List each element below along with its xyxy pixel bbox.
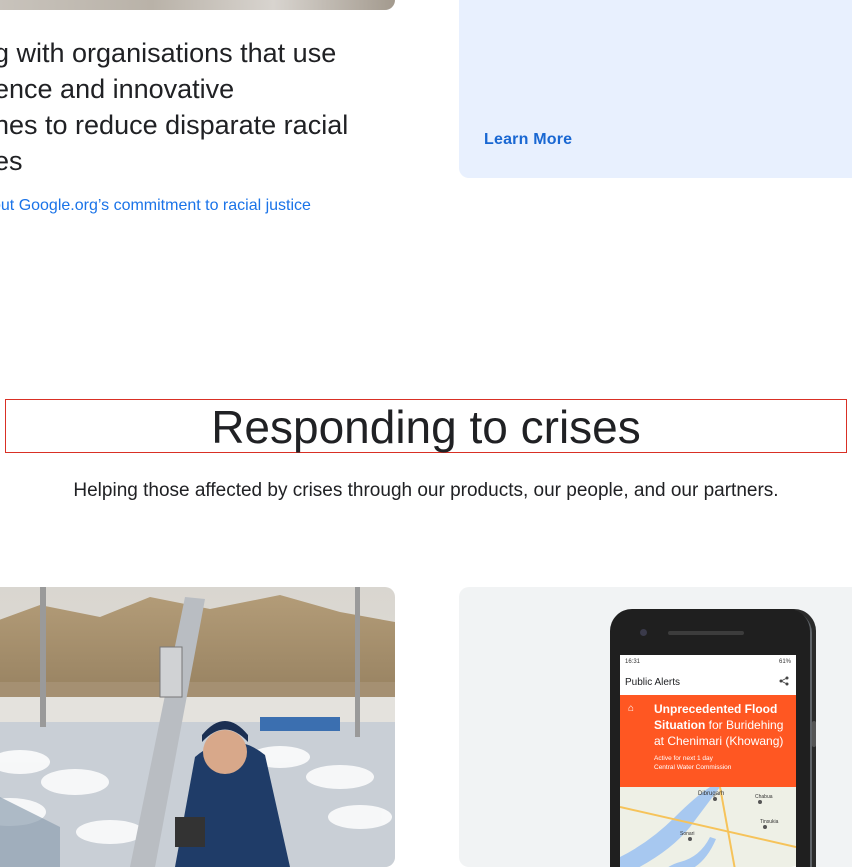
headline-line: es bbox=[0, 146, 23, 176]
alert-map: Dibrugarh Chabua Sonari Tinsukia bbox=[620, 786, 796, 867]
learn-more-link[interactable]: Learn More bbox=[484, 131, 572, 149]
alert-meta: Active for next 1 day Central Water Comm… bbox=[654, 755, 732, 771]
alert-title: Unprecedented Flood Situation for Buride… bbox=[654, 702, 784, 748]
promo-card bbox=[459, 0, 852, 178]
featured-image-bottom-edge bbox=[0, 0, 395, 10]
racial-justice-link[interactable]: out Google.org’s commitment to racial ju… bbox=[0, 197, 311, 215]
share-icon bbox=[779, 676, 789, 689]
crisis-photo-card[interactable] bbox=[0, 587, 395, 867]
speaker-grille bbox=[668, 631, 744, 635]
headline-line: hes to reduce disparate racial bbox=[0, 110, 349, 140]
app-title: Public Alerts bbox=[625, 676, 681, 688]
alert-home-icon: ⌂ bbox=[628, 703, 635, 714]
worker-photo-image bbox=[0, 587, 395, 867]
map-label: Tinsukia bbox=[760, 819, 779, 825]
camera-icon bbox=[640, 629, 647, 636]
public-alerts-card[interactable]: 16:31 61% Public Alerts ⌂ Unprecedented … bbox=[459, 587, 852, 867]
racial-justice-headline: g with organisations that use ence and i… bbox=[0, 35, 394, 179]
map-label: Chabua bbox=[755, 794, 773, 800]
side-button bbox=[812, 721, 816, 747]
section-subtitle: Helping those affected by crises through… bbox=[73, 480, 779, 501]
map-label: Sonari bbox=[680, 831, 694, 837]
flood-alert: ⌂ Unprecedented Flood Situation for Buri… bbox=[620, 695, 796, 787]
headline-line: g with organisations that use bbox=[0, 38, 337, 68]
phone-screen: 16:31 61% Public Alerts ⌂ Unprecedented … bbox=[620, 655, 796, 867]
status-battery: 61% bbox=[778, 659, 791, 665]
app-bar: Public Alerts bbox=[620, 669, 796, 695]
status-bar: 16:31 61% bbox=[620, 655, 796, 669]
map-label: Dibrugarh bbox=[698, 791, 724, 797]
section-title: Responding to crises bbox=[5, 399, 847, 453]
headline-line: ence and innovative bbox=[0, 74, 235, 104]
status-time: 16:31 bbox=[625, 659, 641, 665]
phone-mockup: 16:31 61% Public Alerts ⌂ Unprecedented … bbox=[610, 609, 816, 867]
